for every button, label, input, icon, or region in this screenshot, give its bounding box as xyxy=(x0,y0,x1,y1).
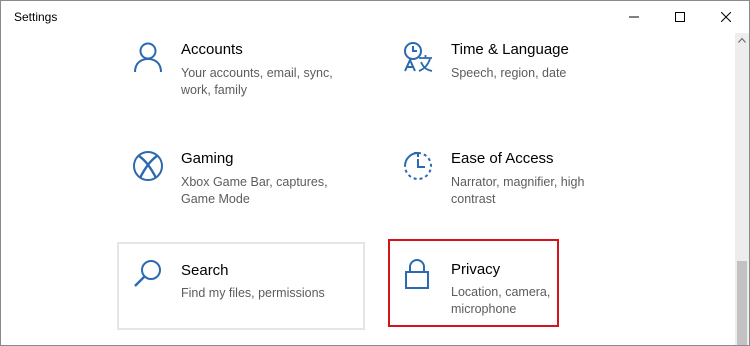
settings-window: Settings Accounts Your accounts, email, … xyxy=(0,0,750,346)
tile-name: Accounts xyxy=(181,41,243,58)
title-bar[interactable]: Settings xyxy=(1,1,749,33)
scroll-up-button[interactable] xyxy=(735,33,749,47)
maximize-icon xyxy=(675,12,685,22)
tile-name: Search xyxy=(181,262,229,279)
lock-icon xyxy=(405,259,429,289)
tile-description: Your accounts, email, sync, work, family xyxy=(181,66,333,97)
tile-time-language[interactable]: Time & Language Speech, region, date xyxy=(387,41,637,121)
close-icon xyxy=(721,12,731,22)
tile-description: Location, camera, microphone xyxy=(451,285,551,316)
chevron-up-icon xyxy=(738,37,746,43)
close-button[interactable] xyxy=(703,1,749,33)
minimize-button[interactable] xyxy=(611,1,657,33)
tile-description: Narrator, magnifier, high contrast xyxy=(451,175,585,206)
vertical-scrollbar[interactable] xyxy=(735,33,749,345)
ease-of-access-icon xyxy=(404,152,432,180)
tile-search[interactable]: Search Find my files, permissions xyxy=(117,242,365,330)
time-language-icon xyxy=(404,42,433,72)
maximize-button[interactable] xyxy=(657,1,703,33)
tile-description: Speech, region, date xyxy=(451,66,567,80)
scrollbar-thumb[interactable] xyxy=(737,261,747,345)
tile-name: Ease of Access xyxy=(451,150,554,167)
search-icon xyxy=(134,260,161,287)
minimize-icon xyxy=(629,16,639,18)
tile-accounts[interactable]: Accounts Your accounts, email, sync, wor… xyxy=(117,41,367,121)
person-icon xyxy=(134,42,162,73)
window-title: Settings xyxy=(14,10,58,24)
xbox-icon xyxy=(133,151,163,181)
tile-gaming[interactable]: Gaming Xbox Game Bar, captures, Game Mod… xyxy=(117,150,367,230)
tile-ease-of-access[interactable]: Ease of Access Narrator, magnifier, high… xyxy=(387,150,637,230)
tile-name: Gaming xyxy=(181,150,234,167)
tile-name: Time & Language xyxy=(451,41,569,58)
tile-name: Privacy xyxy=(451,261,501,278)
tile-description: Xbox Game Bar, captures, Game Mode xyxy=(181,175,328,206)
tile-privacy[interactable]: Privacy Location, camera, microphone xyxy=(388,239,559,327)
tile-description: Find my files, permissions xyxy=(181,286,325,300)
